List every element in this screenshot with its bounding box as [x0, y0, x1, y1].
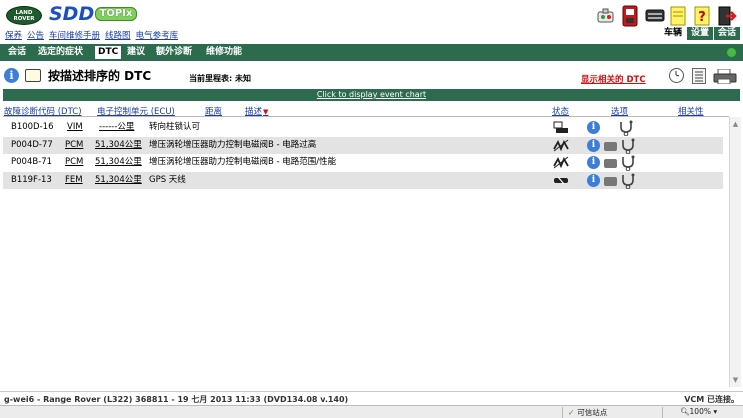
link-bulletins[interactable]: 公告	[27, 31, 44, 41]
camera-icon[interactable]	[604, 177, 617, 186]
ecu-link[interactable]: VIM	[67, 119, 83, 136]
camera-icon[interactable]	[604, 142, 617, 151]
tab-dtc[interactable]: DTC	[95, 46, 122, 59]
list-view-icon[interactable]	[692, 68, 706, 84]
table-row[interactable]: B100D-16 VIM ------公里 转向柱锁认可 i	[3, 119, 723, 137]
tab-session-sub[interactable]: 会话	[5, 46, 29, 59]
vci-device-icon[interactable]	[621, 5, 638, 27]
zoom-control[interactable]: 🔍︎100% ▾	[680, 407, 717, 416]
link-workshop-manual[interactable]: 车间维修手册	[49, 31, 100, 41]
tab-service-functions[interactable]: 维修功能	[203, 46, 245, 59]
separator	[662, 407, 663, 418]
intermittent-status-icon	[553, 139, 569, 152]
sdd-window: { "header": { "logo_text": "LAND ROVER",…	[0, 0, 743, 418]
logo-text: LAND ROVER	[13, 10, 35, 22]
zoom-icon: 🔍︎	[680, 407, 690, 416]
info-icon[interactable]: i	[587, 156, 600, 169]
tab-selected-symptoms[interactable]: 选定的症状	[35, 46, 86, 59]
exit-icon[interactable]	[717, 5, 737, 26]
ecu-status-icon	[553, 121, 569, 134]
main-tabs: 车辆 设置 会话	[659, 27, 740, 40]
sort-desc-icon: ▼	[263, 108, 269, 116]
vertical-scrollbar[interactable]: ▲ ▼	[729, 117, 741, 387]
distance-link[interactable]: ------公里	[99, 119, 134, 136]
link-wiring-diagrams[interactable]: 线路图	[105, 31, 131, 41]
show-related-dtc-link[interactable]: 显示相关的 DTC	[581, 73, 646, 85]
scroll-down-arrow-icon[interactable]: ▼	[730, 375, 741, 386]
connection-status-icon	[726, 47, 737, 58]
open-circuit-status-icon	[553, 174, 569, 187]
tab-vehicle[interactable]: 车辆	[659, 27, 686, 40]
security-zone: ✓ 可信站点	[568, 407, 607, 418]
info-icon[interactable]: i	[4, 68, 19, 83]
info-icon[interactable]: i	[587, 121, 600, 134]
dtc-code: B119F-13	[11, 175, 52, 185]
event-chart-link[interactable]: Click to display event chart	[317, 90, 426, 99]
stethoscope-icon[interactable]	[618, 120, 634, 137]
tab-extra-diagnostics[interactable]: 额外诊断	[153, 46, 195, 59]
tab-session[interactable]: 会话	[713, 27, 740, 40]
security-zone-label: 可信站点	[577, 408, 608, 417]
scroll-up-arrow-icon[interactable]: ▲	[730, 119, 741, 130]
event-chart-bar: Click to display event chart	[3, 89, 740, 101]
dtc-description: GPS 天线	[149, 175, 186, 185]
header-toolbar: ?	[597, 2, 737, 28]
vcm-status: VCM 已连接。	[684, 395, 739, 404]
tab-settings[interactable]: 设置	[686, 27, 713, 40]
app-header: LAND ROVER SDD TOPIx 保养 公告 车间维修手册 线路图 电气参考库 …	[0, 0, 743, 44]
clock-icon[interactable]	[669, 68, 684, 83]
odometer-label: 当前里程表: 未知	[189, 74, 251, 83]
browser-status-bar: ✓ 可信站点 🔍︎100% ▾	[0, 405, 743, 418]
stethoscope-icon[interactable]	[620, 173, 636, 190]
printer-icon[interactable]	[713, 68, 737, 85]
keyboard-icon[interactable]	[645, 5, 665, 25]
distance-link[interactable]: 51,304公里	[95, 154, 142, 171]
info-icon[interactable]: i	[587, 139, 600, 152]
land-rover-logo: LAND ROVER	[6, 6, 42, 25]
separator	[562, 407, 563, 418]
link-electrical-reference[interactable]: 电气参考库	[136, 31, 179, 41]
stethoscope-icon[interactable]	[620, 138, 636, 155]
app-status-bar: g-wei6 - Range Rover (L322) 368811 - 19 …	[0, 391, 743, 405]
intermittent-status-icon	[553, 156, 569, 169]
zoom-level: 100%	[689, 407, 711, 416]
dtc-code: P004B-71	[11, 157, 53, 167]
stethoscope-icon[interactable]	[620, 155, 636, 172]
table-row[interactable]: B119F-13 FEM 51,304公里 GPS 天线 i	[3, 172, 723, 190]
distance-link[interactable]: 51,304公里	[95, 172, 142, 189]
notes-icon[interactable]	[669, 5, 686, 26]
sdd-logo: SDD	[49, 3, 95, 25]
dtc-description: 增压涡轮增压器助力控制电磁阀B - 电路范围/性能	[149, 157, 337, 167]
dtc-code: P004D-77	[11, 140, 53, 150]
ecu-link[interactable]: FEM	[65, 172, 83, 189]
svg-text:?: ?	[698, 10, 706, 25]
camera-icon[interactable]	[604, 159, 617, 168]
dtc-description: 转向柱锁认可	[149, 122, 201, 132]
ecu-link[interactable]: PCM	[65, 154, 83, 171]
header-links: 保养 公告 车间维修手册 线路图 电气参考库	[5, 29, 183, 41]
tab-recommendations[interactable]: 建议	[124, 46, 148, 59]
info-icon[interactable]: i	[587, 174, 600, 187]
distance-link[interactable]: 51,304公里	[95, 137, 142, 154]
header-divider	[3, 116, 729, 117]
help-icon[interactable]: ?	[693, 5, 710, 26]
dtc-description: 增压涡轮增压器助力控制电磁阀B - 电路过高	[149, 140, 317, 150]
dtc-folder-icon	[25, 69, 41, 82]
table-row[interactable]: P004D-77 PCM 51,304公里 增压涡轮增压器助力控制电磁阀B - …	[3, 137, 723, 155]
ecu-link[interactable]: PCM	[65, 137, 83, 154]
table-row[interactable]: P004B-71 PCM 51,304公里 增压涡轮增压器助力控制电磁阀B - …	[3, 154, 723, 172]
check-icon: ✓	[568, 408, 575, 417]
link-maintenance[interactable]: 保养	[5, 31, 22, 41]
session-info: g-wei6 - Range Rover (L322) 368811 - 19 …	[4, 395, 349, 404]
page-title: 按描述排序的 DTC	[48, 69, 152, 83]
topix-button[interactable]: TOPIx	[95, 7, 137, 21]
dtc-code: B100D-16	[11, 122, 54, 132]
diagnostics-kit-icon[interactable]	[597, 5, 614, 25]
session-tab-bar: 会话 选定的症状 DTC 建议 额外诊断 维修功能	[0, 44, 743, 61]
